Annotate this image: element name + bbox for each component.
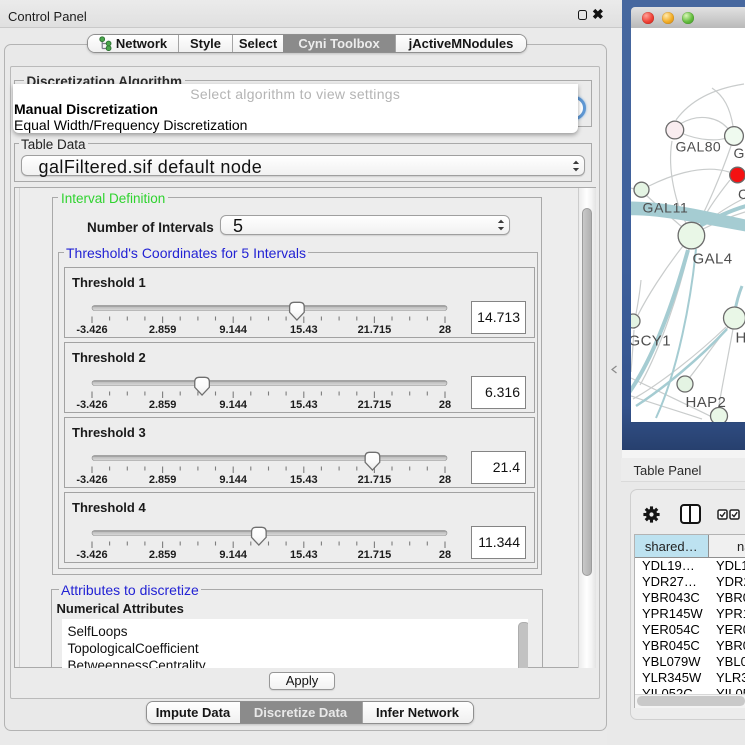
svg-text:GAL80: GAL80 xyxy=(676,139,722,155)
svg-text:H: H xyxy=(736,330,745,347)
svg-text:HAP2: HAP2 xyxy=(686,394,727,411)
svg-text:C: C xyxy=(738,186,745,202)
svg-text:GCY1: GCY1 xyxy=(631,333,671,350)
svg-text:GAL11: GAL11 xyxy=(643,200,689,216)
svg-text:GA: GA xyxy=(734,145,745,161)
svg-text:GAL4: GAL4 xyxy=(693,251,733,268)
